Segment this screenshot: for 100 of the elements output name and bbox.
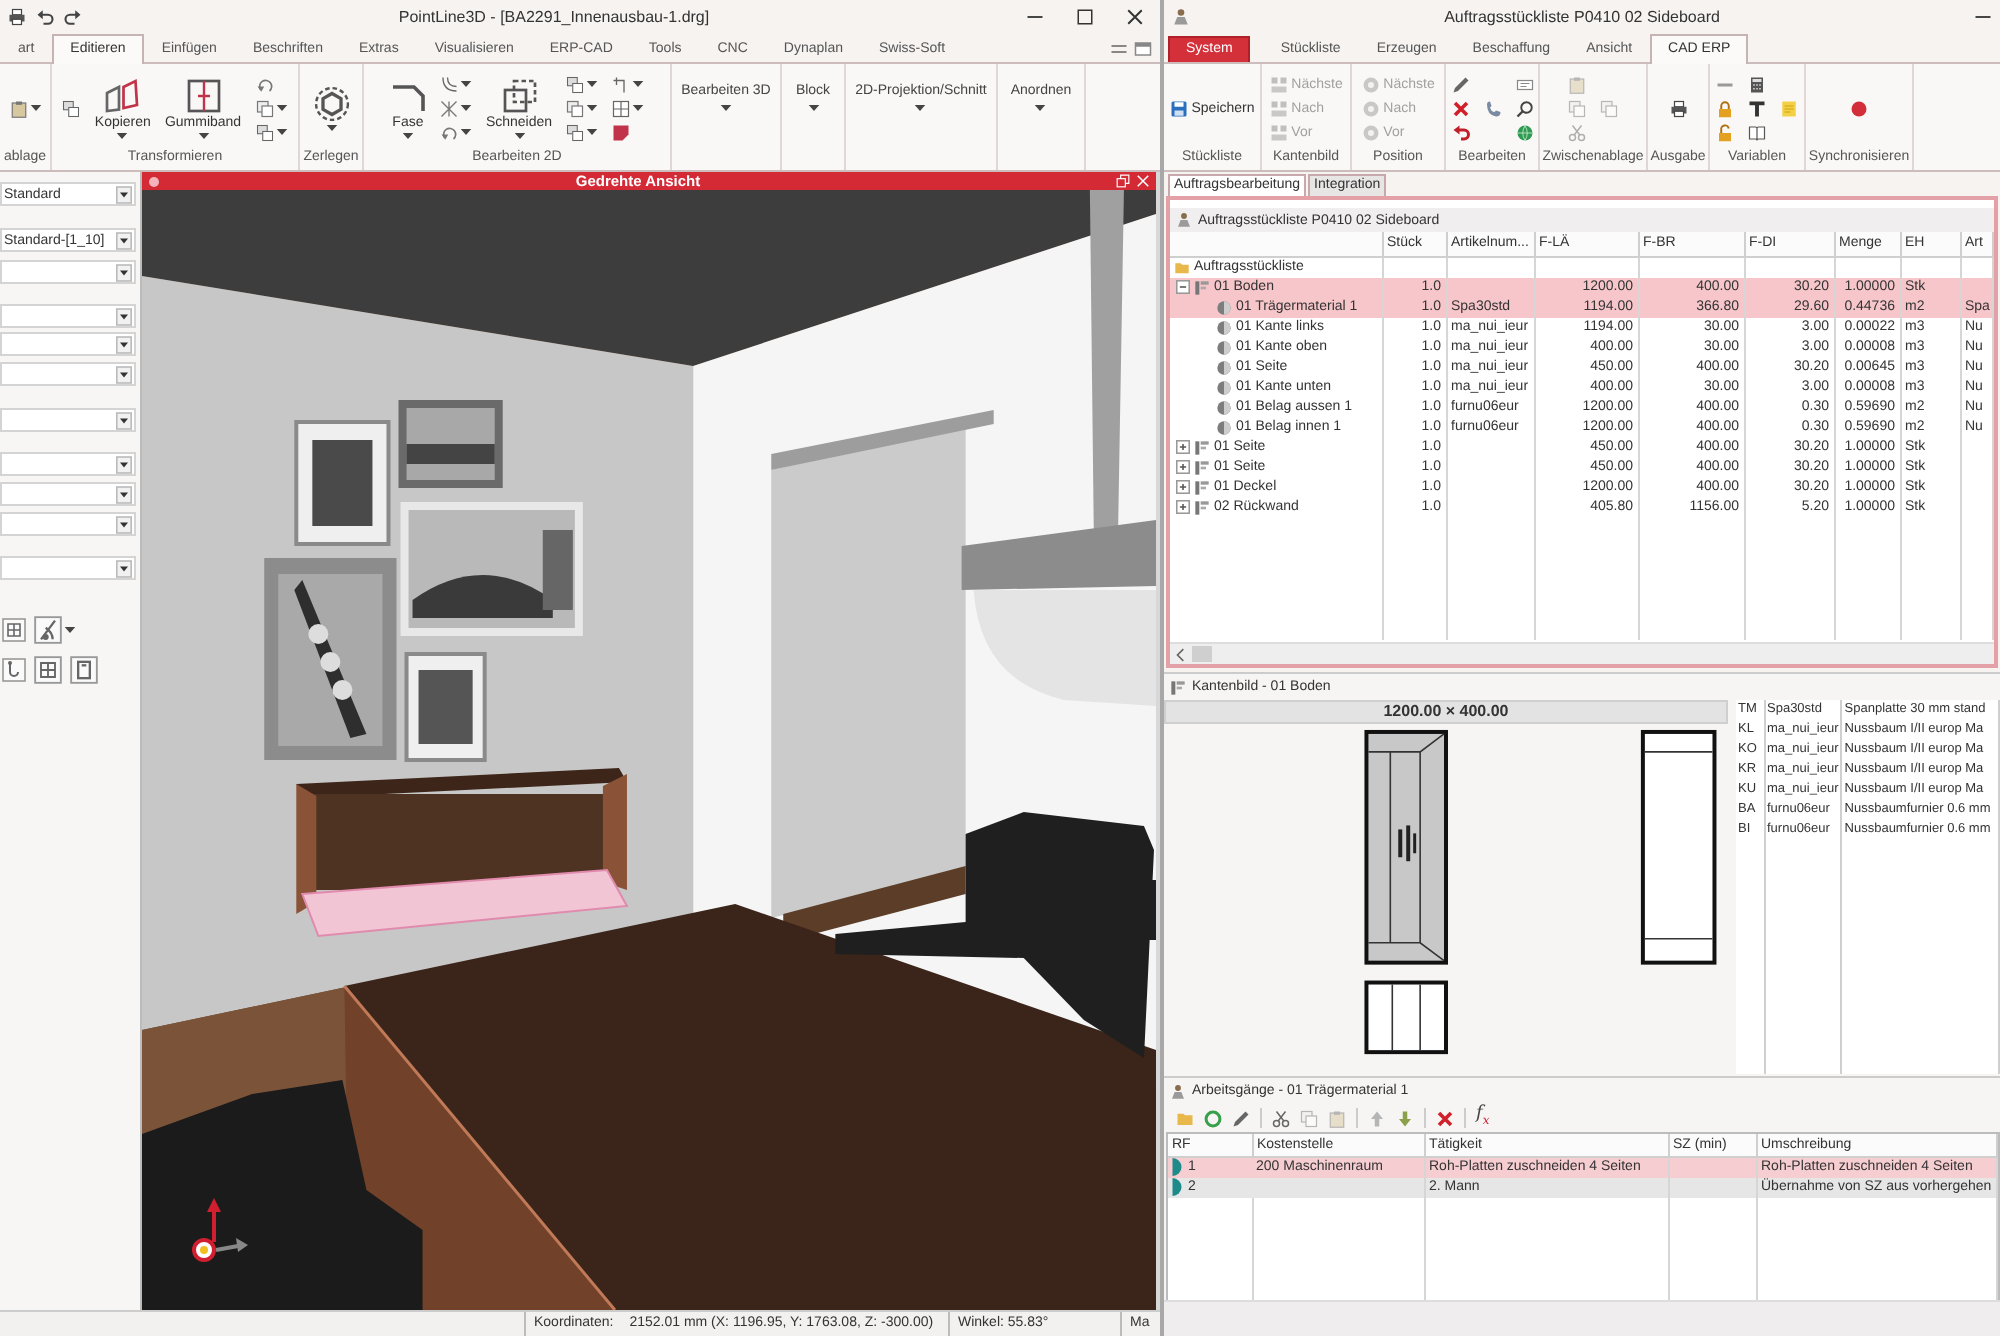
corner-mark-icon[interactable] (612, 75, 631, 93)
pencil-icon[interactable] (1451, 75, 1469, 93)
scroll-thumb[interactable] (1192, 646, 1212, 662)
printer-icon[interactable] (8, 8, 26, 26)
dot-icon[interactable] (1850, 99, 1868, 117)
dropdown-arrow-icon (116, 455, 132, 473)
expand-icon[interactable] (1176, 440, 1190, 454)
search-icon[interactable] (1515, 99, 1533, 117)
tiles-icon (1269, 75, 1288, 93)
formula-button[interactable]: f$_{x}$ (1476, 1104, 1490, 1132)
hook-icon[interactable] (2, 658, 26, 682)
ring-icon[interactable] (1204, 1109, 1222, 1127)
panel-edge-view-drawing (1364, 980, 1448, 1055)
book-icon[interactable] (1748, 123, 1766, 141)
stacked-bars-icon (1194, 279, 1210, 295)
letter-t-icon[interactable] (1748, 99, 1766, 117)
curves-icon[interactable] (439, 75, 458, 93)
sphere-icon (1216, 419, 1232, 435)
tile-grid-icon[interactable] (2, 618, 26, 642)
caret-icon[interactable] (459, 80, 472, 88)
floppy-icon (1169, 99, 1188, 117)
caret-icon[interactable] (632, 80, 645, 88)
caret-icon[interactable] (275, 104, 288, 112)
sphere-icon (1216, 319, 1232, 335)
tile-grid-icon[interactable] (34, 656, 62, 684)
stacked-squares-icon[interactable] (566, 123, 585, 141)
caret-icon[interactable] (275, 128, 288, 136)
expand-icon[interactable] (1176, 460, 1190, 474)
clipboard-icon[interactable] (1568, 75, 1586, 93)
caret-icon[interactable] (459, 128, 472, 136)
explode-button[interactable] (313, 85, 349, 131)
globe-icon[interactable] (1515, 123, 1533, 141)
caret-icon[interactable] (29, 104, 41, 112)
stacked-squares-icon[interactable] (255, 123, 274, 141)
sphere-icon (1216, 379, 1232, 395)
window-icon[interactable] (1134, 39, 1152, 57)
circle-icon (148, 175, 160, 187)
window-title: PointLine3D - [BA2291_Innenausbau-1.drg] (398, 8, 710, 26)
caret-icon[interactable] (632, 104, 645, 112)
caret-icon[interactable] (459, 104, 472, 112)
redo-icon[interactable] (64, 8, 82, 26)
close-icon[interactable] (1126, 8, 1144, 26)
flag-icon[interactable] (612, 123, 631, 141)
dropdown-field[interactable] (0, 512, 136, 536)
lines-icon[interactable] (1110, 39, 1128, 57)
arrow-down-icon[interactable] (1396, 1109, 1414, 1127)
pencil-icon[interactable] (1232, 1109, 1250, 1127)
restore-icon[interactable] (1116, 174, 1130, 188)
figure-icon (1176, 212, 1192, 228)
cross-lines-icon[interactable] (439, 99, 458, 117)
dashed-rectangles-icon (501, 77, 537, 113)
dropdown-field[interactable] (0, 408, 136, 432)
dropdown-arrow-icon (116, 307, 132, 325)
collapse-icon[interactable] (1176, 280, 1190, 294)
calculator-icon[interactable] (1748, 75, 1766, 93)
expand-icon[interactable] (1176, 500, 1190, 514)
axis-gizmo-icon[interactable] (188, 1196, 248, 1262)
dropdown-arrow-icon (116, 485, 132, 503)
dropdown-field[interactable] (0, 556, 136, 580)
scissors-icon[interactable] (1272, 1109, 1290, 1127)
expand-icon[interactable] (1176, 480, 1190, 494)
dropdown-field[interactable] (0, 362, 136, 386)
grid-icon[interactable] (612, 99, 631, 117)
open-padlock-icon[interactable] (1716, 123, 1734, 141)
dropdown-field[interactable] (0, 304, 136, 328)
rotate-arrow-icon[interactable] (439, 123, 458, 141)
x-mark-icon[interactable] (1436, 1109, 1454, 1127)
tablet-icon[interactable] (70, 656, 98, 684)
stacked-squares-icon[interactable] (566, 75, 585, 93)
stacked-squares-icon[interactable] (62, 99, 81, 117)
rotate-arrow-icon[interactable] (255, 75, 274, 93)
clipboard-icon[interactable] (1328, 1109, 1346, 1127)
dropdown-field[interactable] (0, 452, 136, 476)
horizontal-scrollbar[interactable] (1170, 642, 1994, 664)
dropdown-arrow-icon (116, 335, 132, 353)
stacked-bars-icon (1194, 459, 1210, 475)
clipboard-icon[interactable] (9, 99, 27, 117)
x-mark-icon[interactable] (1451, 99, 1469, 117)
dropdown-field[interactable] (0, 332, 136, 356)
undo-icon[interactable] (36, 8, 54, 26)
caret-icon[interactable] (586, 80, 599, 88)
printer-icon[interactable] (1669, 99, 1687, 117)
caret-icon (914, 104, 927, 112)
padlock-icon[interactable] (1716, 99, 1734, 117)
stacked-bars-icon (1170, 679, 1186, 695)
overlap-squares-icon[interactable] (255, 99, 274, 117)
dropdown-arrow-icon (116, 365, 132, 383)
phone-icon[interactable] (1483, 99, 1501, 117)
undo-arrow-icon[interactable] (1451, 123, 1469, 141)
text-field-icon[interactable] (1515, 75, 1533, 93)
maximize-icon[interactable] (1076, 8, 1094, 26)
caret-icon[interactable] (586, 104, 599, 112)
pen-tool-icon[interactable] (34, 616, 62, 644)
dropdown-field[interactable] (0, 482, 136, 506)
caret-icon[interactable] (586, 128, 599, 136)
window-title: Auftragsstückliste P0410 02 Sideboard (1444, 8, 1720, 26)
dropdown-field[interactable] (0, 260, 136, 284)
overlap-squares-icon[interactable] (566, 99, 585, 117)
caret-icon (513, 131, 525, 139)
caret-icon[interactable] (64, 626, 76, 634)
